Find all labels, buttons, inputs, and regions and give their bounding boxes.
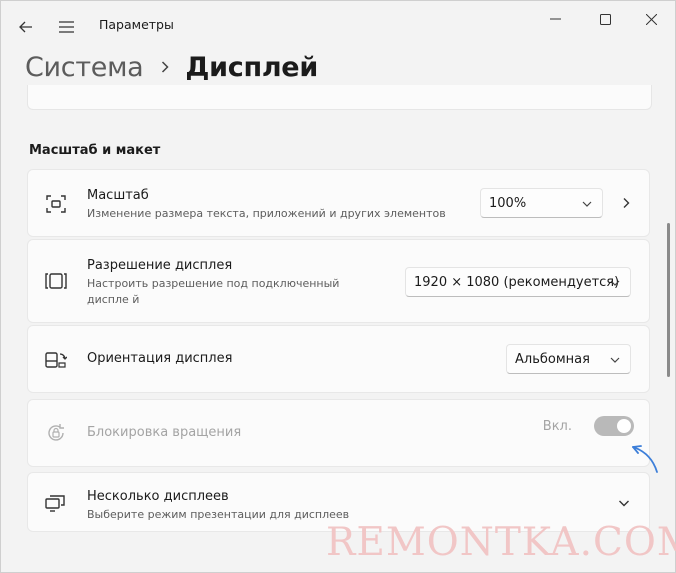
chevron-down-icon	[610, 280, 620, 286]
back-arrow-icon	[19, 21, 32, 33]
maximize-icon	[599, 13, 611, 25]
orientation-card: Ориентация дисплея Альбомная	[27, 325, 650, 393]
scale-card: Масштаб Изменение размера текста, прилож…	[27, 169, 650, 237]
rotation-lock-title: Блокировка вращения	[87, 425, 242, 440]
chevron-down-icon	[610, 357, 620, 363]
page-title: Дисплей	[185, 51, 318, 83]
menu-button[interactable]	[53, 14, 79, 40]
rotation-lock-toggle[interactable]	[594, 416, 634, 436]
breadcrumb: Система Дисплей	[25, 47, 318, 87]
title-bar: Параметры	[1, 1, 675, 49]
rotation-lock-card: Блокировка вращения Вкл.	[27, 399, 650, 467]
maximize-button[interactable]	[582, 7, 628, 31]
orientation-title: Ориентация дисплея	[87, 351, 233, 366]
scrollbar-thumb[interactable]	[667, 223, 670, 377]
multiple-displays-title: Несколько дисплеев	[87, 489, 229, 504]
rotation-lock-state-label: Вкл.	[542, 419, 572, 434]
resolution-dropdown-value: 1920 × 1080 (рекомендуется)	[414, 274, 620, 290]
back-button[interactable]	[13, 14, 39, 40]
multiple-displays-subtitle: Выберите режим презентации для дисплеев	[87, 508, 350, 521]
window-title: Параметры	[99, 17, 174, 32]
scale-icon	[46, 195, 66, 213]
resolution-dropdown[interactable]: 1920 × 1080 (рекомендуется)	[405, 267, 631, 297]
multiple-displays-icon	[45, 495, 65, 512]
resolution-card: Разрешение дисплея Настроить разрешение …	[27, 239, 650, 323]
breadcrumb-chevron-icon	[161, 61, 169, 73]
scale-dropdown-value: 100%	[489, 195, 527, 211]
orientation-dropdown-value: Альбомная	[515, 351, 590, 367]
minimize-icon	[549, 18, 561, 20]
chevron-right-icon[interactable]	[620, 197, 632, 209]
breadcrumb-parent[interactable]: Система	[25, 52, 144, 83]
resolution-title: Разрешение дисплея	[87, 258, 233, 273]
previous-card-bottom	[27, 85, 652, 110]
chevron-down-icon[interactable]	[618, 497, 630, 509]
watermark: REMONTKA.COM	[326, 520, 676, 565]
orientation-icon	[45, 352, 67, 368]
resolution-icon	[45, 273, 67, 289]
close-icon	[645, 13, 657, 25]
scale-title: Масштаб	[87, 188, 149, 203]
scale-dropdown[interactable]: 100%	[480, 188, 603, 218]
close-button[interactable]	[628, 7, 674, 31]
chevron-down-icon	[582, 201, 592, 207]
section-title: Масштаб и макет	[29, 143, 161, 158]
orientation-dropdown[interactable]: Альбомная	[506, 344, 631, 374]
scale-subtitle: Изменение размера текста, приложений и д…	[87, 207, 446, 220]
minimize-button[interactable]	[532, 7, 578, 31]
hamburger-icon	[58, 21, 74, 33]
rotation-lock-icon	[48, 424, 64, 441]
resolution-subtitle: Настроить разрешение под подключенный ди…	[87, 277, 340, 306]
toggle-knob	[617, 419, 631, 433]
